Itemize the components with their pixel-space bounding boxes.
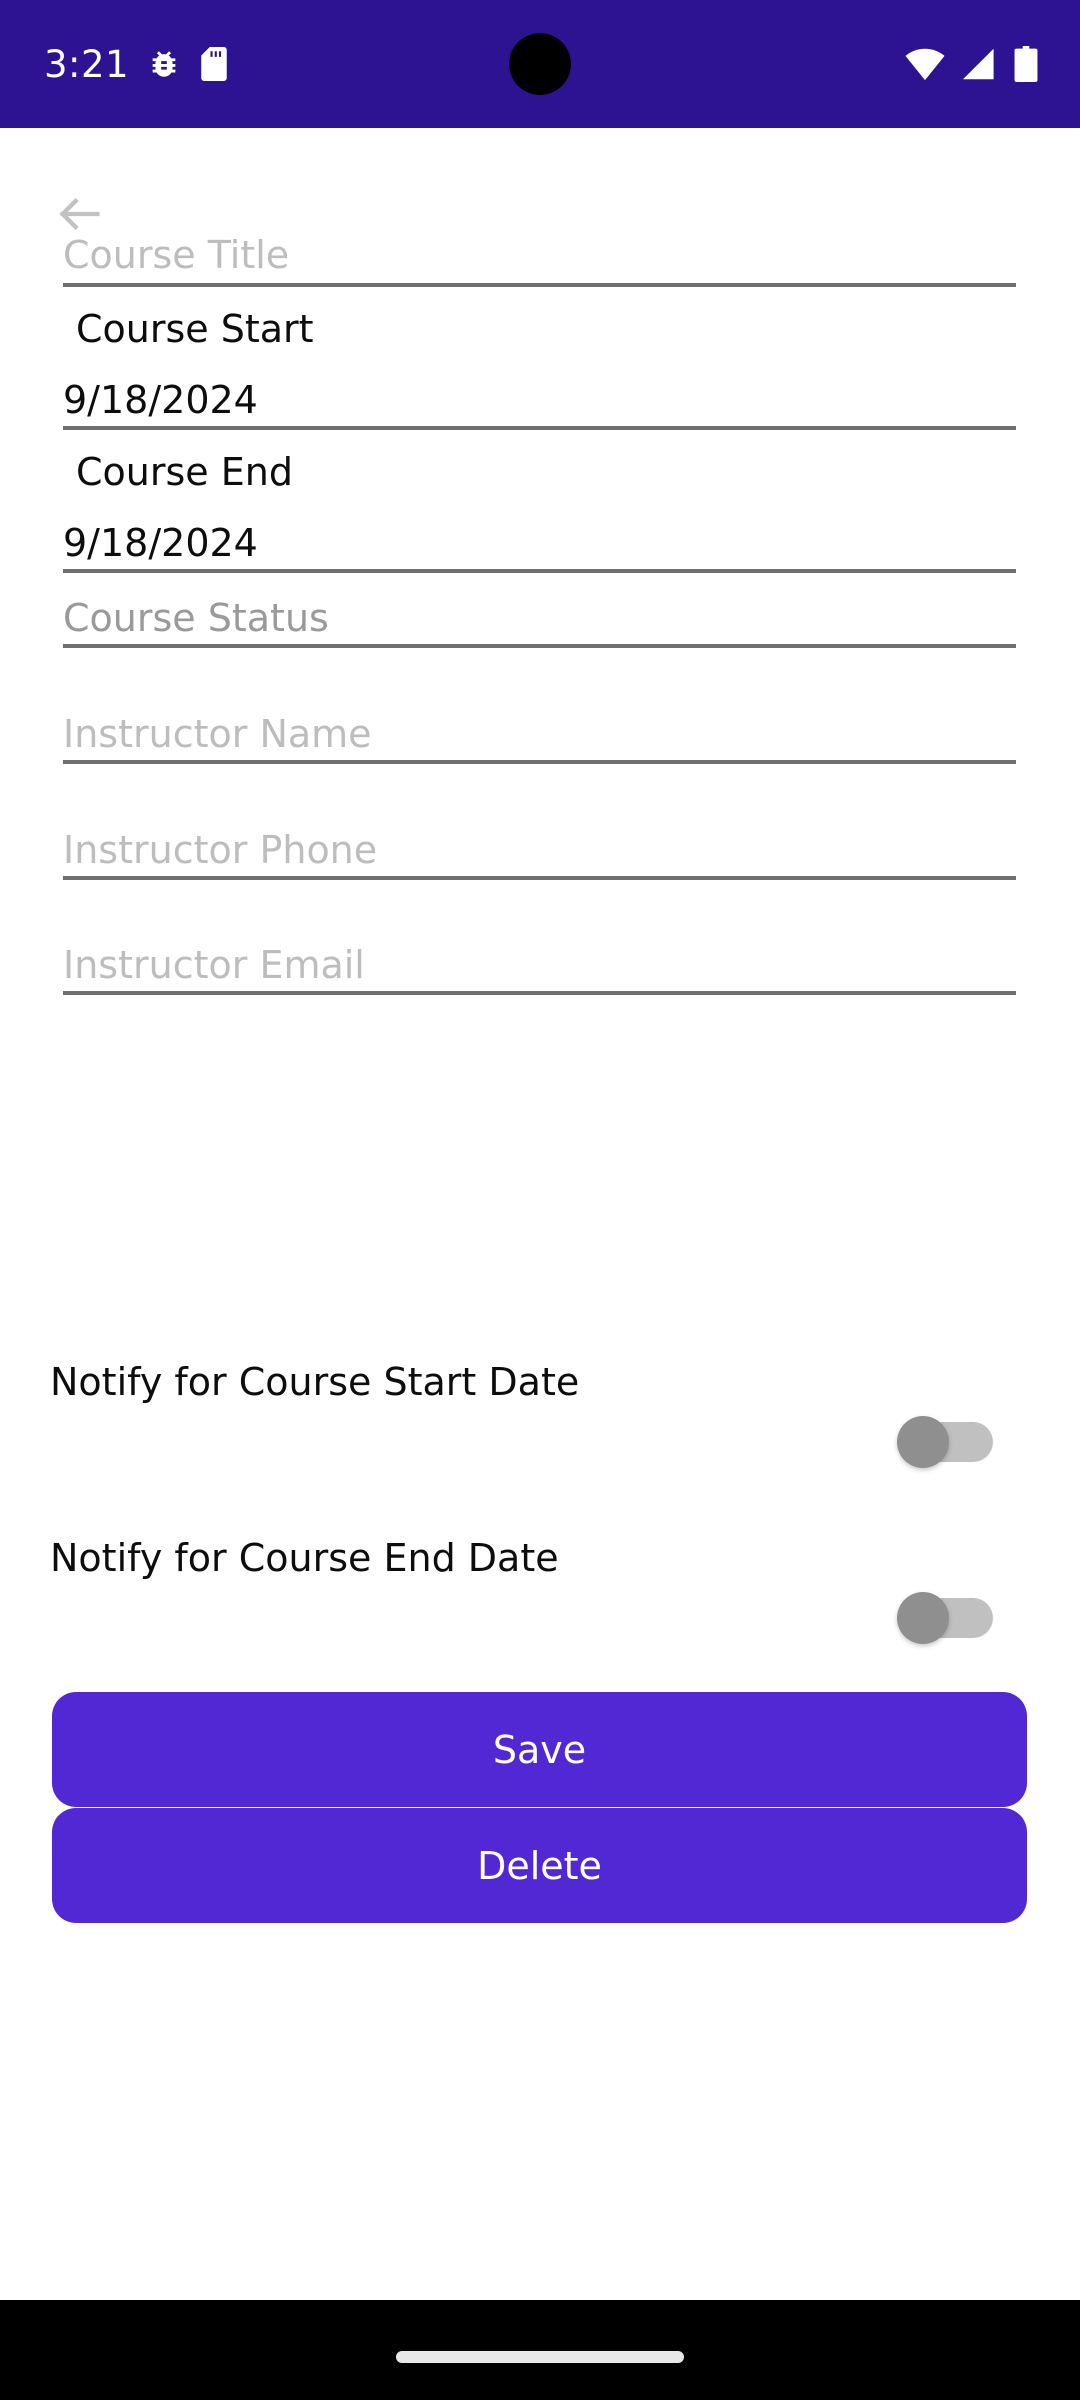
instructor-phone-input[interactable]: Instructor Phone [63, 831, 1016, 869]
status-bar-clock: 3:21 [44, 42, 130, 86]
course-status-input[interactable]: Course Status [63, 599, 1016, 637]
notify-start-toggle-thumb [897, 1416, 949, 1468]
course-status-underline [63, 644, 1016, 648]
save-button[interactable]: Save [52, 1692, 1027, 1807]
wifi-icon [904, 47, 946, 81]
course-start-underline [63, 426, 1016, 430]
course-end-label: Course End [76, 450, 293, 494]
instructor-phone-underline [63, 876, 1016, 880]
course-status-placeholder: Course Status [63, 596, 329, 640]
course-end-date-input[interactable]: 9/18/2024 [63, 524, 1016, 562]
course-end-date-value: 9/18/2024 [63, 521, 258, 565]
instructor-phone-placeholder: Instructor Phone [63, 828, 378, 872]
course-title-placeholder: Course Title [63, 233, 290, 277]
course-start-date-input[interactable]: 9/18/2024 [63, 381, 1016, 419]
system-navigation-bar [0, 2300, 1080, 2400]
notify-start-label: Notify for Course Start Date [50, 1360, 580, 1404]
course-end-underline [63, 569, 1016, 573]
course-start-label: Course Start [76, 307, 314, 351]
bug-icon [147, 47, 181, 81]
instructor-email-placeholder: Instructor Email [63, 943, 365, 987]
camera-cutout [509, 33, 571, 95]
course-title-underline [63, 283, 1016, 287]
notify-end-toggle[interactable] [897, 1592, 993, 1644]
course-start-date-value: 9/18/2024 [63, 378, 258, 422]
instructor-email-input[interactable]: Instructor Email [63, 946, 1016, 984]
sd-card-icon [199, 47, 229, 81]
status-bar-left: 3:21 [44, 0, 229, 128]
delete-button[interactable]: Delete [52, 1808, 1027, 1923]
course-title-input[interactable]: Course Title [63, 236, 1016, 274]
battery-icon [1014, 46, 1038, 82]
instructor-name-underline [63, 760, 1016, 764]
notify-end-toggle-thumb [897, 1592, 949, 1644]
status-bar: 3:21 [0, 0, 1080, 128]
home-indicator[interactable] [396, 2351, 684, 2363]
cellular-signal-icon [962, 47, 998, 81]
app-screen: 3:21 Course Title Course Start 9/18/2024… [0, 0, 1080, 2400]
instructor-name-input[interactable]: Instructor Name [63, 715, 1016, 753]
status-bar-right [904, 0, 1038, 128]
instructor-email-underline [63, 991, 1016, 995]
notify-start-toggle[interactable] [897, 1416, 993, 1468]
notify-end-label: Notify for Course End Date [50, 1536, 559, 1580]
instructor-name-placeholder: Instructor Name [63, 712, 372, 756]
